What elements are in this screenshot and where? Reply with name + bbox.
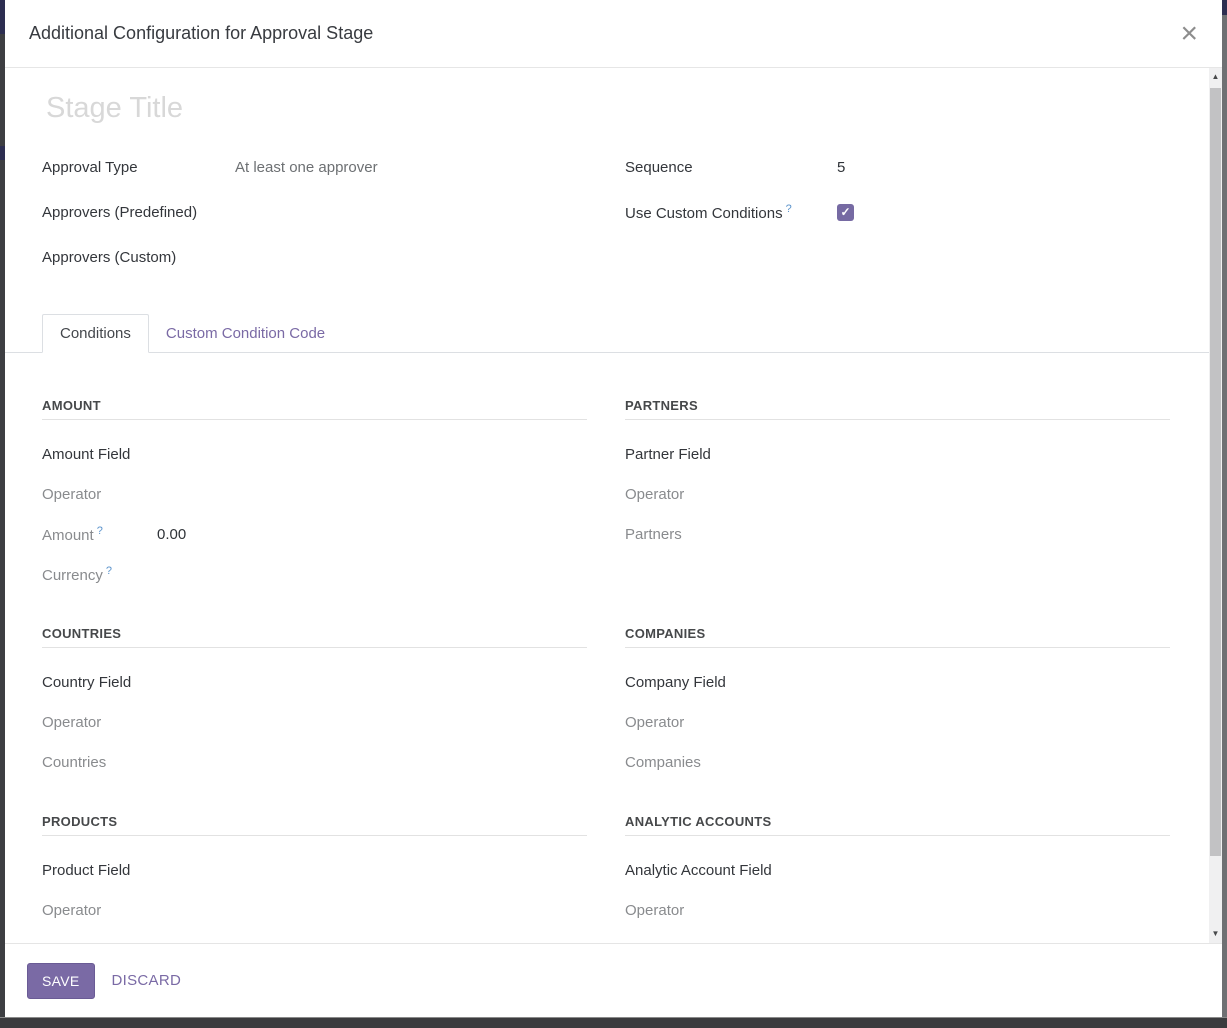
section-countries-title: COUNTRIES: [42, 626, 587, 648]
section-products: PRODUCTS Product Field Operator Products: [42, 814, 587, 943]
companies-label: Companies: [625, 754, 740, 771]
scrollbar-thumb[interactable]: [1210, 88, 1221, 856]
scroll-up-icon[interactable]: ▲: [1209, 70, 1222, 84]
section-companies: COMPANIES Company Field Operator Compani…: [625, 626, 1170, 774]
use-custom-conditions-row: Use Custom Conditions? ✓: [625, 198, 1170, 226]
amount-currency-label: Currency?: [42, 565, 157, 584]
amount-field-label: Amount Field: [42, 446, 157, 463]
amount-operator-label: Operator: [42, 486, 157, 503]
companies-row: Companies: [625, 750, 1170, 774]
background-right-edge: [1222, 0, 1227, 1017]
dialog-header: Additional Configuration for Approval St…: [5, 0, 1222, 68]
close-icon[interactable]: ×: [1180, 20, 1198, 48]
amount-field-row: Amount Field: [42, 442, 587, 466]
analytic-accounts-operator-row: Operator: [625, 898, 1170, 922]
companies-operator-label: Operator: [625, 714, 740, 731]
company-field-label: Company Field: [625, 674, 740, 691]
section-amount: AMOUNT Amount Field Operator Amount? 0.0…: [42, 398, 587, 586]
approval-type-value[interactable]: At least one approver: [235, 159, 378, 176]
sequence-label: Sequence: [625, 159, 837, 176]
amount-amount-label: Amount?: [42, 525, 157, 544]
stage-title-input[interactable]: Stage Title: [46, 88, 1170, 128]
product-field-label: Product Field: [42, 862, 157, 879]
partners-operator-label: Operator: [625, 486, 740, 503]
sequence-row: Sequence 5: [625, 153, 1170, 181]
companies-operator-row: Operator: [625, 710, 1170, 734]
dialog-body: Stage Title Approval Type At least one a…: [5, 68, 1222, 943]
products-row: Products: [42, 938, 587, 943]
products-operator-row: Operator: [42, 898, 587, 922]
partner-field-label: Partner Field: [625, 446, 740, 463]
approval-type-label: Approval Type: [42, 159, 235, 176]
countries-operator-row: Operator: [42, 710, 587, 734]
analytic-account-field-row: Analytic Account Field: [625, 858, 1170, 882]
approvers-predefined-row: Approvers (Predefined): [42, 198, 587, 226]
partners-label: Partners: [625, 526, 740, 543]
analytic-accounts-operator-label: Operator: [625, 902, 740, 919]
section-countries: COUNTRIES Country Field Operator Countri…: [42, 626, 587, 774]
section-amount-title: AMOUNT: [42, 398, 587, 420]
discard-button[interactable]: DISCARD: [112, 972, 182, 989]
tab-custom-condition-code[interactable]: Custom Condition Code: [149, 315, 342, 352]
countries-label: Countries: [42, 754, 157, 771]
amount-operator-row: Operator: [42, 482, 587, 506]
amount-currency-row: Currency?: [42, 562, 587, 586]
dialog-title: Additional Configuration for Approval St…: [29, 23, 373, 44]
section-companies-title: COMPANIES: [625, 626, 1170, 648]
products-label: Products: [42, 942, 157, 944]
products-operator-label: Operator: [42, 902, 157, 919]
conditions-sections: AMOUNT Amount Field Operator Amount? 0.0…: [42, 398, 1170, 943]
tab-bar: Conditions Custom Condition Code: [5, 314, 1209, 353]
scroll-down-icon[interactable]: ▼: [1209, 927, 1222, 941]
background-bottom-edge: [0, 1017, 1227, 1028]
approvers-predefined-label: Approvers (Predefined): [42, 204, 235, 221]
section-analytic-accounts: ANALYTIC ACCOUNTS Analytic Account Field…: [625, 814, 1170, 943]
approval-type-row: Approval Type At least one approver: [42, 153, 587, 181]
country-field-row: Country Field: [42, 670, 587, 694]
analytic-accounts-row: Analytic Accounts: [625, 938, 1170, 943]
approvers-custom-row: Approvers (Custom): [42, 243, 587, 271]
analytic-account-field-label: Analytic Account Field: [625, 862, 772, 879]
analytic-accounts-label: Analytic Accounts: [625, 942, 743, 944]
section-partners-title: PARTNERS: [625, 398, 1170, 420]
dialog-footer: SAVE DISCARD: [5, 943, 1222, 1017]
section-analytic-accounts-title: ANALYTIC ACCOUNTS: [625, 814, 1170, 836]
amount-amount-row: Amount? 0.00: [42, 522, 587, 546]
countries-operator-label: Operator: [42, 714, 157, 731]
section-products-title: PRODUCTS: [42, 814, 587, 836]
top-fields: Approval Type At least one approver Appr…: [42, 153, 1170, 288]
countries-row: Countries: [42, 750, 587, 774]
vertical-scrollbar[interactable]: ▲ ▼: [1209, 68, 1222, 943]
check-icon: ✓: [840, 206, 850, 218]
approvers-custom-label: Approvers (Custom): [42, 249, 235, 266]
partners-row: Partners: [625, 522, 1170, 546]
company-field-row: Company Field: [625, 670, 1170, 694]
help-icon: ?: [97, 525, 103, 537]
use-custom-conditions-label: Use Custom Conditions?: [625, 203, 837, 222]
sequence-value[interactable]: 5: [837, 159, 845, 176]
partner-field-row: Partner Field: [625, 442, 1170, 466]
help-icon: ?: [786, 203, 792, 215]
amount-amount-value[interactable]: 0.00: [157, 526, 186, 543]
partners-operator-row: Operator: [625, 482, 1170, 506]
tab-conditions[interactable]: Conditions: [42, 314, 149, 353]
approval-stage-dialog: Additional Configuration for Approval St…: [5, 0, 1222, 1017]
product-field-row: Product Field: [42, 858, 587, 882]
save-button[interactable]: SAVE: [27, 963, 95, 999]
use-custom-conditions-checkbox[interactable]: ✓: [837, 204, 854, 221]
section-partners: PARTNERS Partner Field Operator Partners: [625, 398, 1170, 586]
country-field-label: Country Field: [42, 674, 157, 691]
help-icon: ?: [106, 565, 112, 577]
